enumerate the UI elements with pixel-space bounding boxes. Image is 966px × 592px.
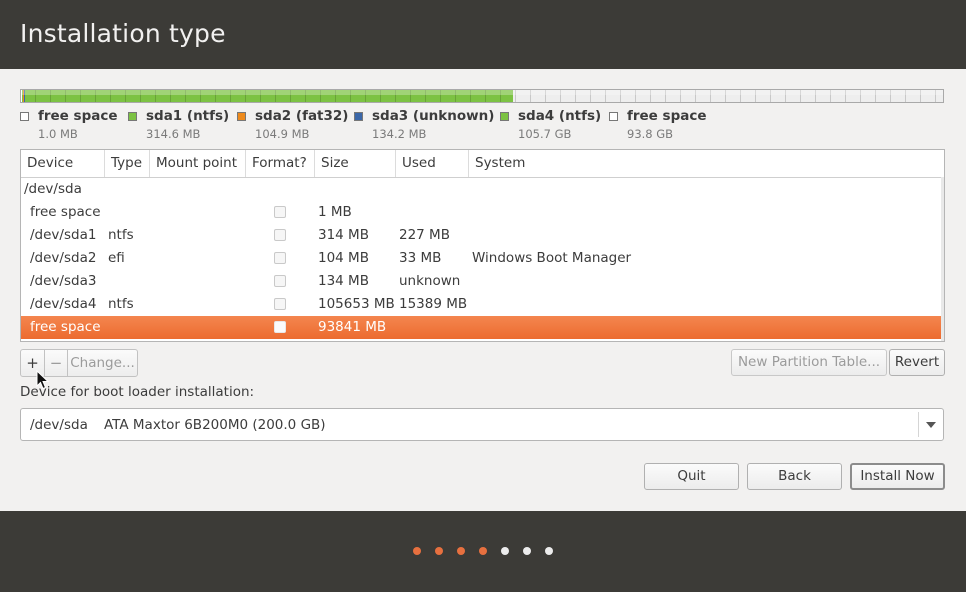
cell-size: 104 MB [318, 250, 369, 266]
legend-name: sda4 (ntfs) [518, 108, 602, 124]
legend-size: 104.9 MB [255, 127, 310, 141]
progress-dot [523, 547, 531, 555]
progress-dot [457, 547, 465, 555]
table-row[interactable]: /dev/sda1 ntfs 314 MB 227 MB [21, 224, 942, 247]
progress-dot [479, 547, 487, 555]
format-checkbox[interactable] [274, 275, 286, 287]
new-partition-table-button[interactable]: New Partition Table... [731, 349, 887, 376]
format-checkbox[interactable] [274, 206, 286, 218]
format-checkbox[interactable] [274, 321, 286, 333]
legend-swatch [500, 112, 509, 121]
cell-type: efi [108, 250, 125, 266]
column-type[interactable]: Type [105, 150, 150, 177]
cell-device: /dev/sda4 [30, 296, 97, 312]
footer-bar [0, 511, 966, 592]
partition-bar-shine [21, 90, 943, 95]
table-row[interactable]: free space 1 MB [21, 201, 942, 224]
back-button[interactable]: Back [747, 463, 842, 490]
format-checkbox[interactable] [274, 229, 286, 241]
boot-loader-label: Device for boot loader installation: [20, 384, 255, 400]
table-scrollbar[interactable] [941, 177, 944, 341]
partition-table[interactable]: Device Type Mount point Format? Size Use… [20, 149, 945, 342]
cell-size: 1 MB [318, 204, 352, 220]
mouse-pointer-icon [36, 370, 50, 390]
revert-button[interactable]: Revert [889, 349, 945, 376]
cell-device: free space [30, 319, 101, 335]
table-row[interactable]: free space 93841 MB [21, 316, 942, 339]
table-header: Device Type Mount point Format? Size Use… [21, 150, 944, 178]
legend-name: free space [627, 108, 707, 124]
page-title: Installation type [20, 19, 226, 48]
legend-size: 93.8 GB [627, 127, 674, 141]
table-row[interactable]: /dev/sda2 efi 104 MB 33 MB Windows Boot Mana… [21, 247, 942, 270]
install-now-button[interactable]: Install Now [850, 463, 945, 490]
cell-used: 33 MB [399, 250, 442, 266]
boot-loader-select[interactable]: /dev/sda ATA Maxtor 6B200M0 (200.0 GB) [20, 408, 944, 441]
legend-size: 1.0 MB [38, 127, 78, 141]
column-system[interactable]: System [469, 150, 944, 177]
column-device[interactable]: Device [21, 150, 105, 177]
chevron-down-icon [926, 422, 936, 428]
header-bar: Installation type [0, 0, 966, 69]
dropdown-toggle[interactable] [918, 412, 943, 437]
progress-dot [545, 547, 553, 555]
boot-loader-description: ATA Maxtor 6B200M0 (200.0 GB) [104, 417, 326, 433]
cell-size: 134 MB [318, 273, 369, 289]
legend-swatch [609, 112, 618, 121]
cell-type: ntfs [108, 296, 134, 312]
legend-size: 105.7 GB [518, 127, 572, 141]
column-size[interactable]: Size [315, 150, 396, 177]
cell-size: 93841 MB [318, 319, 387, 335]
format-checkbox[interactable] [274, 252, 286, 264]
boot-loader-device: /dev/sda [30, 417, 88, 433]
progress-dot [413, 547, 421, 555]
legend-swatch [354, 112, 363, 121]
column-mount-point[interactable]: Mount point [150, 150, 246, 177]
legend-size: 314.6 MB [146, 127, 201, 141]
legend-swatch [20, 112, 29, 121]
table-row-disk[interactable]: /dev/sda [21, 178, 942, 201]
cell-device: /dev/sda1 [30, 227, 97, 243]
progress-dot [435, 547, 443, 555]
cell-type: ntfs [108, 227, 134, 243]
legend-name: sda1 (ntfs) [146, 108, 230, 124]
cell-size: 314 MB [318, 227, 369, 243]
progress-dot [501, 547, 509, 555]
cell-device: /dev/sda3 [30, 273, 97, 289]
cell-used: 15389 MB [399, 296, 468, 312]
column-format[interactable]: Format? [246, 150, 315, 177]
quit-button[interactable]: Quit [644, 463, 739, 490]
cell-used: 227 MB [399, 227, 450, 243]
cell-device: /dev/sda2 [30, 250, 97, 266]
cell-device: /dev/sda [24, 181, 82, 197]
legend-swatch [128, 112, 137, 121]
legend-name: sda2 (fat32) [255, 108, 349, 124]
legend-name: sda3 (unknown) [372, 108, 495, 124]
change-partition-button[interactable]: Change... [67, 349, 138, 377]
legend-swatch [237, 112, 246, 121]
format-checkbox[interactable] [274, 298, 286, 310]
table-row[interactable]: /dev/sda4 ntfs 105653 MB 15389 MB [21, 293, 942, 316]
cell-size: 105653 MB [318, 296, 395, 312]
column-used[interactable]: Used [396, 150, 469, 177]
main-content: free space 1.0 MB sda1 (ntfs) 314.6 MB sda2 … [0, 69, 966, 511]
legend-size: 134.2 MB [372, 127, 427, 141]
legend-name: free space [38, 108, 118, 124]
cell-used: unknown [399, 273, 461, 289]
partition-bar [20, 89, 944, 103]
cell-system: Windows Boot Manager [472, 250, 632, 266]
cell-device: free space [30, 204, 101, 220]
table-row[interactable]: /dev/sda3 134 MB unknown [21, 270, 942, 293]
